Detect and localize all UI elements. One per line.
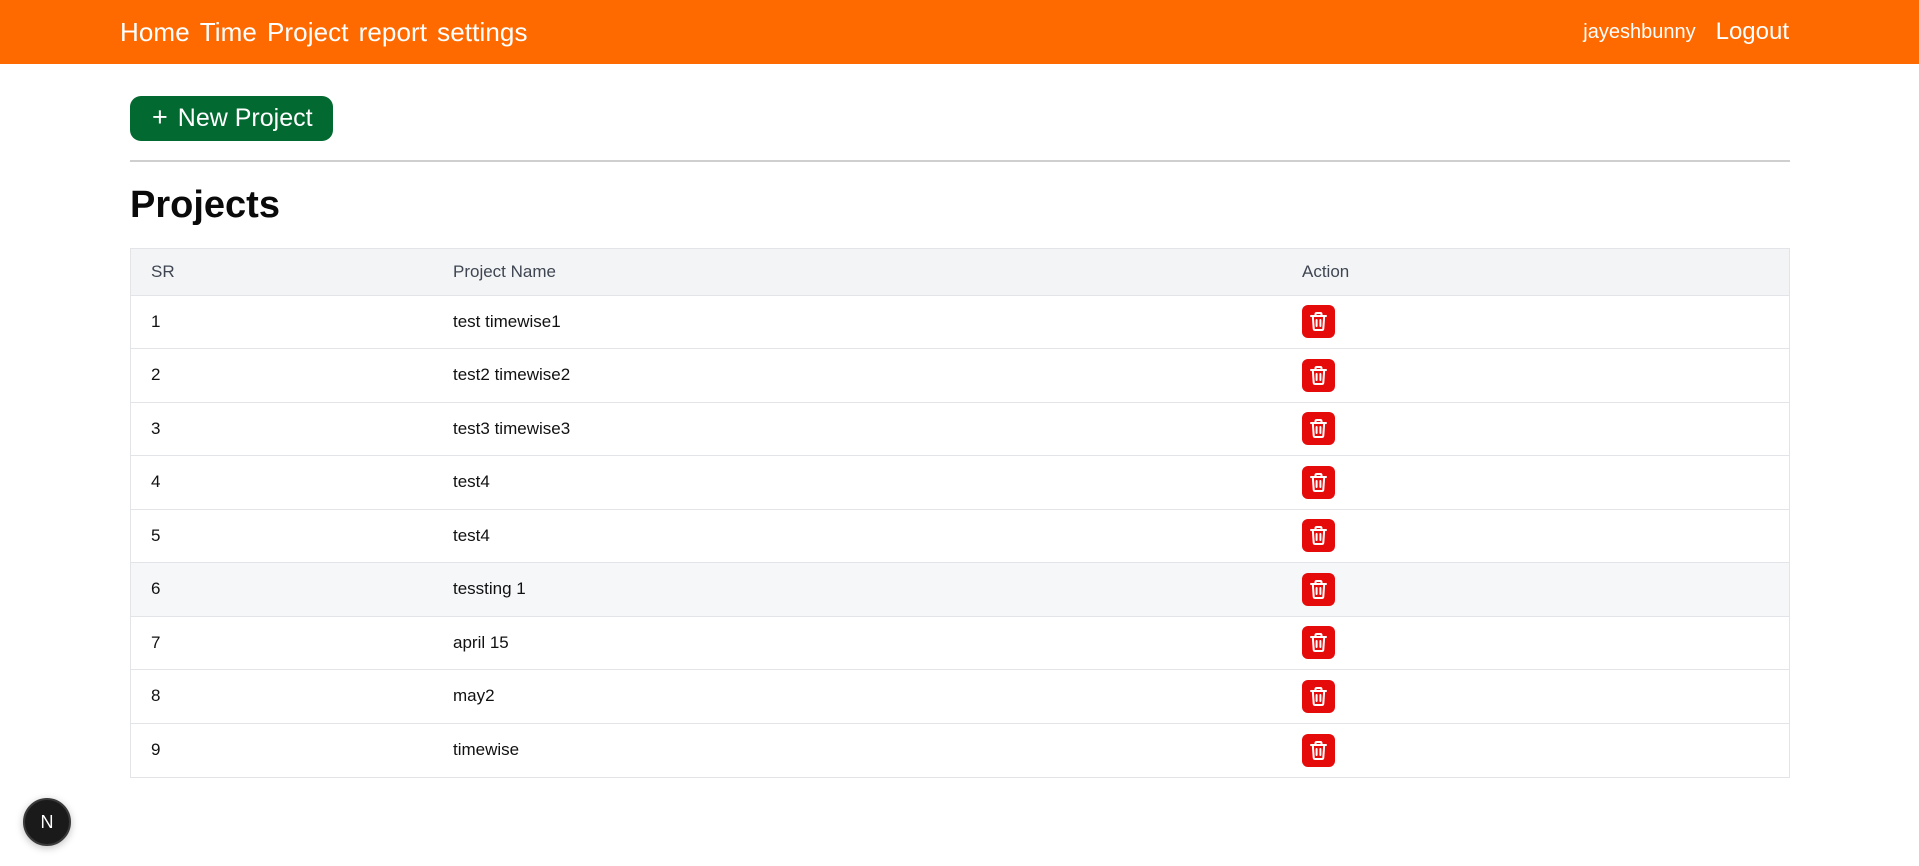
new-project-button[interactable]: + New Project: [130, 96, 333, 141]
delete-project-button[interactable]: [1302, 305, 1335, 339]
row-project-name: tessting 1: [453, 579, 526, 599]
nextjs-dev-badge[interactable]: N: [23, 798, 71, 846]
page-title: Projects: [130, 184, 280, 226]
row-action: [1302, 509, 1789, 563]
table-row: 7 april 15: [131, 616, 1789, 670]
row-sr: 9: [151, 740, 161, 759]
table-row: 3 test3 timewise3: [131, 402, 1789, 456]
column-header-project-name: Project Name: [453, 249, 1302, 296]
row-project-name: april 15: [453, 632, 509, 652]
row-sr: 8: [151, 686, 161, 706]
trash-icon: [1309, 365, 1328, 386]
row-project-name: test4: [453, 472, 490, 492]
column-header-sr: SR: [131, 249, 453, 296]
nav-link-time[interactable]: Time: [200, 19, 257, 45]
delete-project-button[interactable]: [1302, 358, 1335, 392]
section-divider: [130, 160, 1790, 162]
row-project-name: may2: [453, 686, 495, 706]
row-action: [1302, 616, 1789, 670]
nextjs-icon: N: [41, 812, 54, 832]
nav-link-project[interactable]: Project: [267, 19, 349, 45]
trash-icon: [1309, 686, 1328, 707]
svg-text:N: N: [41, 812, 54, 832]
main-nav: Home Time Project report settings: [120, 0, 528, 64]
column-header-action: Action: [1302, 249, 1789, 296]
row-action: [1302, 402, 1789, 456]
trash-icon: [1309, 311, 1328, 332]
trash-icon: [1309, 740, 1328, 761]
nav-link-settings[interactable]: settings: [437, 19, 527, 45]
trash-icon: [1309, 579, 1328, 600]
username-label: jayeshbunny: [1583, 20, 1696, 43]
trash-icon: [1309, 525, 1328, 546]
row-sr: 5: [151, 525, 161, 545]
row-sr: 3: [151, 418, 161, 438]
row-action: [1302, 456, 1789, 510]
trash-icon: [1309, 632, 1328, 653]
delete-project-button[interactable]: [1302, 412, 1335, 446]
delete-project-button[interactable]: [1302, 733, 1335, 767]
delete-project-button[interactable]: [1302, 465, 1335, 499]
row-sr: 2: [151, 365, 161, 385]
delete-project-button[interactable]: [1302, 626, 1335, 660]
table-row: 4 test4: [131, 456, 1789, 510]
new-project-label: New Project: [177, 104, 313, 132]
logout-link[interactable]: Logout: [1716, 18, 1789, 46]
row-project-name: test4: [453, 525, 490, 545]
row-sr: 7: [151, 632, 161, 652]
trash-icon: [1309, 472, 1328, 493]
row-project-name: test2 timewise2: [453, 365, 571, 385]
delete-project-button[interactable]: [1302, 519, 1335, 553]
row-action: [1302, 349, 1789, 403]
table-header-row: SR Project Name Action: [131, 249, 1789, 296]
trash-icon: [1309, 418, 1328, 439]
table-row: 2 test2 timewise2: [131, 349, 1789, 403]
row-action: [1302, 670, 1789, 724]
row-project-name: test3 timewise3: [453, 418, 571, 438]
table-row: 9 timewise: [131, 723, 1789, 777]
table-row: 5 test4: [131, 509, 1789, 563]
user-area: jayeshbunny Logout: [1583, 0, 1789, 64]
nav-link-report[interactable]: report: [359, 19, 428, 45]
delete-project-button[interactable]: [1302, 572, 1335, 606]
row-sr: 1: [151, 311, 161, 331]
row-action: [1302, 563, 1789, 617]
table-row: 6 tessting 1: [131, 562, 1789, 617]
table-row: 8 may2: [131, 670, 1789, 724]
row-sr: 4: [151, 472, 161, 492]
row-project-name: timewise: [453, 740, 520, 759]
row-action: [1302, 723, 1789, 777]
row-sr: 6: [151, 579, 161, 599]
table-row: 1 test timewise1: [131, 295, 1789, 349]
projects-table: SR Project Name Action 1 test timewise1 2 t…: [130, 248, 1790, 778]
row-action: [1302, 295, 1789, 349]
plus-icon: +: [152, 101, 168, 132]
row-project-name: test timewise1: [453, 311, 561, 331]
delete-project-button[interactable]: [1302, 679, 1335, 713]
top-navbar: Home Time Project report settings jayesh…: [0, 0, 1919, 64]
nav-link-home[interactable]: Home: [120, 19, 190, 45]
